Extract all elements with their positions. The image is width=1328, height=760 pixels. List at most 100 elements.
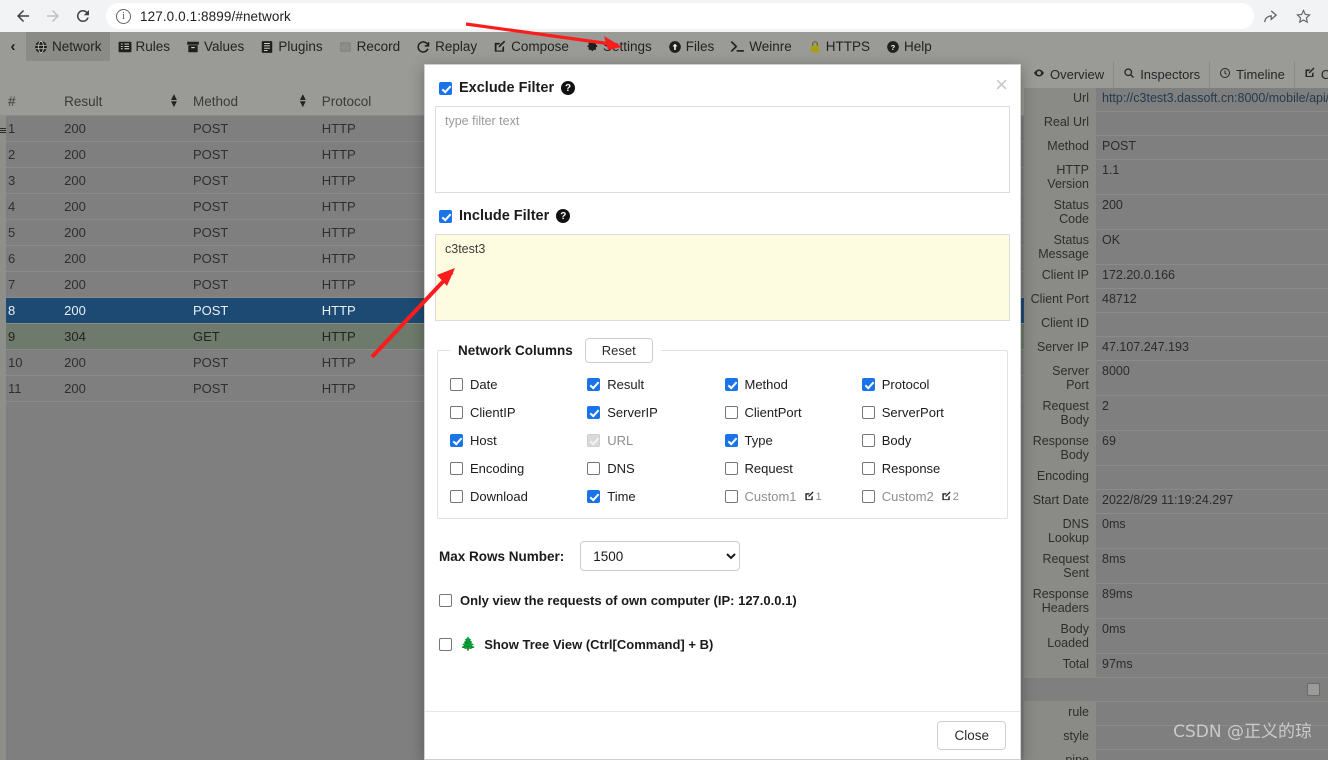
column-checkbox-body[interactable]: Body (861, 433, 995, 448)
toolbar-item-help[interactable]: ? Help (878, 32, 940, 61)
column-checkbox-url[interactable]: URL (587, 433, 720, 448)
column-checkbox-clientip[interactable]: ClientIP (450, 405, 583, 420)
toolbar-collapse-button[interactable]: ‹ (0, 38, 26, 55)
checkbox[interactable] (450, 378, 463, 391)
column-checkbox-request[interactable]: Request (724, 461, 858, 476)
only-own-computer-checkbox[interactable] (439, 594, 452, 607)
question-icon[interactable]: ? (561, 81, 576, 95)
archive-icon (186, 40, 200, 54)
menu-icon[interactable] (0, 128, 6, 134)
inspector-toggle-row[interactable] (1024, 678, 1328, 702)
row-method: POST (184, 349, 314, 376)
checkbox[interactable] (861, 462, 875, 475)
inspector-field-key: Request Sent (1024, 549, 1096, 583)
inspector-field-key: Client IP (1024, 265, 1096, 288)
checkbox[interactable] (861, 434, 875, 447)
exclude-filter-checkbox[interactable] (439, 81, 452, 95)
column-checkbox-serverport[interactable]: ServerPort (861, 405, 995, 420)
list-icon (118, 40, 132, 54)
toolbar-item-settings[interactable]: Settings (577, 32, 660, 61)
checkbox[interactable] (861, 490, 875, 503)
column-checkbox-protocol[interactable]: Protocol (861, 377, 995, 392)
checkbox[interactable] (450, 490, 463, 503)
toolbar-item-rules[interactable]: Rules (110, 32, 179, 61)
checkbox[interactable] (724, 434, 738, 447)
col-header-result[interactable]: Result ▲ ▼ (56, 88, 185, 116)
checkbox[interactable] (450, 406, 463, 419)
column-checkbox-download[interactable]: Download (450, 489, 583, 504)
column-checkbox-date[interactable]: Date (450, 377, 583, 392)
close-icon[interactable]: × (995, 74, 1008, 96)
toolbar-item-values[interactable]: Values (178, 32, 252, 61)
toolbar-item-plugins[interactable]: Plugins (252, 32, 330, 61)
col-header-method[interactable]: Method ▲ ▼ (184, 88, 314, 116)
row-num: 9 (0, 323, 57, 350)
column-checkbox-result[interactable]: Result (587, 377, 720, 392)
checkbox-label: DNS (607, 461, 635, 476)
browser-reload-button[interactable] (70, 3, 96, 29)
address-bar[interactable]: i 127.0.0.1:8899/#network (106, 3, 1254, 29)
toolbar-item-replay[interactable]: Replay (408, 32, 485, 61)
checkbox[interactable] (587, 378, 601, 391)
sort-icon[interactable]: ▲▼ (169, 93, 179, 110)
checkbox[interactable] (587, 490, 601, 503)
include-filter-input[interactable]: c3test3 (435, 234, 1010, 321)
edit-icon[interactable]: 2 (941, 491, 959, 503)
checkbox[interactable] (861, 378, 875, 391)
checkbox[interactable] (450, 434, 463, 447)
checkbox[interactable] (587, 462, 601, 475)
checkbox[interactable] (724, 378, 738, 391)
checkbox[interactable] (861, 406, 875, 419)
column-checkbox-encoding[interactable]: Encoding (450, 461, 583, 476)
column-checkbox-host[interactable]: Host (450, 433, 583, 448)
column-checkbox-custom1[interactable]: Custom1 1 (724, 489, 858, 504)
row-result: 200 (56, 115, 185, 142)
checkbox[interactable] (724, 462, 738, 475)
info-icon[interactable]: i (116, 8, 131, 24)
column-checkbox-time[interactable]: Time (587, 489, 720, 504)
tab-inspectors[interactable]: Inspectors (1113, 61, 1209, 88)
column-checkbox-custom2[interactable]: Custom2 2 (861, 489, 995, 504)
star-icon[interactable] (1295, 8, 1312, 25)
tab-overview[interactable]: Overview (1024, 61, 1113, 88)
inspector-field-value: 8000 (1102, 364, 1130, 378)
checkbox[interactable] (450, 462, 463, 475)
row-num: 8 (0, 297, 57, 324)
sort-icon[interactable]: ▲▼ (298, 93, 308, 110)
browser-back-button[interactable] (10, 3, 36, 29)
checkbox[interactable] (587, 406, 601, 419)
edit-icon[interactable]: 1 (804, 491, 822, 503)
column-checkbox-type[interactable]: Type (724, 433, 858, 448)
exclude-filter-input[interactable]: type filter text (435, 106, 1010, 193)
browser-forward-button[interactable] (40, 3, 66, 29)
col-header-num[interactable]: # (0, 88, 57, 116)
show-tree-view-checkbox[interactable] (439, 637, 452, 651)
toolbar-item-files[interactable]: Files (660, 32, 723, 61)
max-rows-select[interactable]: 5001000150030005000 (580, 541, 741, 571)
column-checkbox-clientport[interactable]: ClientPort (724, 405, 858, 420)
checkbox[interactable] (724, 490, 738, 503)
tab-timeline[interactable]: Timeline (1209, 61, 1294, 88)
toolbar-item-record[interactable]: Record (331, 32, 409, 61)
inspector-field: Status Message OK (1024, 230, 1328, 265)
close-button[interactable]: Close (937, 721, 1006, 750)
show-tree-view-row[interactable]: 🌲 Show Tree View (Ctrl[Command] + B) (439, 636, 1008, 652)
toolbar-item-https[interactable]: HTTPS (800, 32, 878, 61)
question-icon[interactable]: ? (556, 209, 571, 223)
column-checkbox-serverip[interactable]: ServerIP (587, 405, 720, 420)
column-checkbox-method[interactable]: Method (724, 377, 858, 392)
inspector-toggle-checkbox[interactable] (1307, 683, 1320, 696)
toolbar-item-weinre[interactable]: Weinre (722, 32, 800, 61)
toolbar-item-network[interactable]: Network (26, 32, 110, 61)
include-filter-checkbox[interactable] (439, 209, 452, 223)
reset-columns-button[interactable]: Reset (584, 338, 653, 363)
row-method: POST (184, 245, 314, 272)
share-icon[interactable] (1262, 8, 1279, 25)
only-own-computer-row[interactable]: Only view the requests of own computer (… (439, 593, 1008, 608)
column-checkbox-dns[interactable]: DNS (587, 461, 720, 476)
tab-composer[interactable]: Composer (1293, 61, 1328, 88)
toolbar-item-compose[interactable]: Compose (485, 32, 577, 61)
column-checkbox-response[interactable]: Response (861, 461, 995, 476)
inspector-field-value: 69 (1102, 434, 1116, 448)
checkbox[interactable] (724, 406, 738, 419)
